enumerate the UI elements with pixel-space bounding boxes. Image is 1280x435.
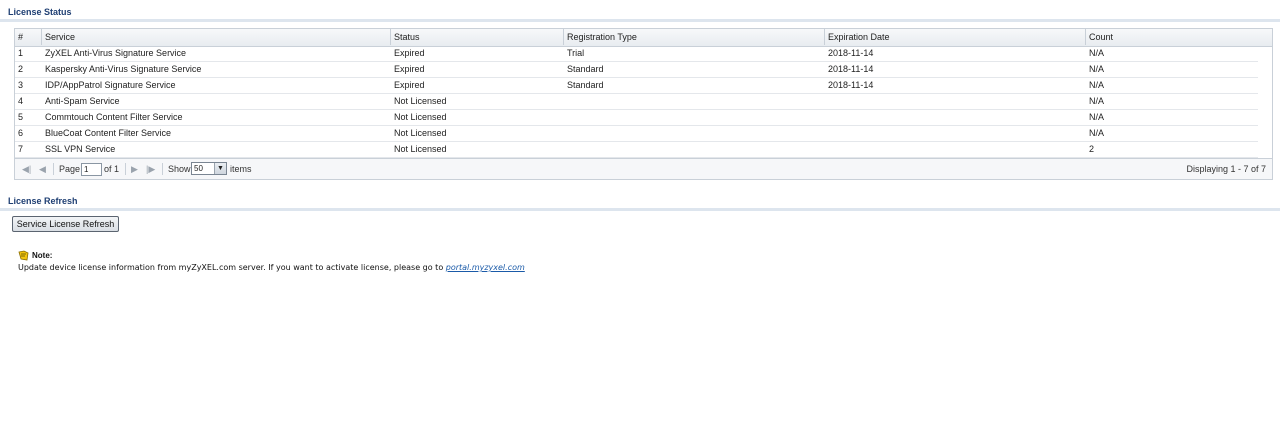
row-service: ZyXEL Anti-Virus Signature Service	[45, 48, 187, 58]
portal-link[interactable]: portal.myzyxel.com	[446, 263, 525, 272]
row-expiration-date	[825, 110, 1086, 125]
first-page-icon[interactable]: ◀|	[22, 159, 31, 179]
license-refresh-title: License Refresh	[8, 196, 78, 206]
column-header-status[interactable]: Status	[391, 29, 564, 45]
section-divider	[0, 19, 1280, 22]
license-grid: # Service Status Registration Type Expir…	[14, 28, 1273, 180]
service-license-refresh-button[interactable]: Service License Refresh	[12, 216, 119, 232]
row-count: N/A	[1089, 128, 1105, 138]
row-count: N/A	[1089, 64, 1105, 74]
row-registration-type	[564, 94, 825, 109]
row-expiration-date: 2018-11-14	[828, 48, 874, 58]
section-divider	[0, 208, 1280, 211]
column-header-count[interactable]: Count	[1086, 29, 1272, 45]
table-row[interactable]: 7 SSL VPN Service Not Licensed 2	[15, 142, 1258, 158]
note-label: Note:	[32, 251, 53, 260]
row-number: 6	[18, 128, 24, 138]
license-status-title: License Status	[8, 7, 72, 17]
row-registration-type: Standard	[567, 64, 604, 74]
row-status: Not Licensed	[394, 112, 447, 122]
displaying-count: Displaying 1 - 7 of 7	[1186, 164, 1266, 174]
column-header-number[interactable]: #	[15, 29, 42, 45]
row-status: Expired	[394, 80, 425, 90]
dropdown-arrow-icon[interactable]: ▼	[214, 163, 226, 174]
table-row[interactable]: 2 Kaspersky Anti-Virus Signature Service…	[15, 62, 1258, 78]
row-number: 4	[18, 96, 24, 106]
items-label: items	[230, 164, 252, 174]
row-count: N/A	[1089, 112, 1105, 122]
toolbar-separator	[125, 163, 126, 175]
row-expiration-date: 2018-11-14	[828, 80, 874, 90]
last-page-icon[interactable]: |▶	[146, 159, 155, 179]
table-row[interactable]: 1 ZyXEL Anti-Virus Signature Service Exp…	[15, 46, 1258, 62]
row-service: SSL VPN Service	[45, 144, 116, 154]
row-registration-type: Standard	[567, 80, 604, 90]
row-count: N/A	[1089, 48, 1105, 58]
page-number-input[interactable]: 1	[81, 163, 102, 176]
table-row[interactable]: 4 Anti-Spam Service Not Licensed N/A	[15, 94, 1258, 110]
column-header-service[interactable]: Service	[42, 29, 391, 45]
row-expiration-date: 2018-11-14	[828, 64, 874, 74]
row-status: Not Licensed	[394, 144, 447, 154]
row-service: Anti-Spam Service	[45, 96, 120, 106]
toolbar-separator	[53, 163, 54, 175]
row-status: Not Licensed	[394, 96, 447, 106]
row-registration-type	[564, 126, 825, 141]
row-expiration-date	[825, 142, 1086, 157]
note-text: Update device license information from m…	[18, 263, 525, 272]
row-expiration-date	[825, 126, 1086, 141]
row-number: 1	[18, 48, 24, 58]
row-registration-type: Trial	[567, 48, 585, 58]
toolbar-separator	[162, 163, 163, 175]
next-page-icon[interactable]: ▶	[131, 159, 138, 179]
column-header-expiration-date[interactable]: Expiration Date	[825, 29, 1086, 45]
prev-page-icon[interactable]: ◀	[39, 159, 46, 179]
row-registration-type	[564, 142, 825, 157]
row-count: N/A	[1089, 80, 1105, 90]
row-number: 3	[18, 80, 24, 90]
row-registration-type	[564, 110, 825, 125]
row-service: Kaspersky Anti-Virus Signature Service	[45, 64, 202, 74]
row-number: 5	[18, 112, 24, 122]
table-row[interactable]: 6 BlueCoat Content Filter Service Not Li…	[15, 126, 1258, 142]
page-size-value: 50	[194, 164, 203, 173]
show-label: Show	[168, 164, 191, 174]
row-number: 2	[18, 64, 24, 74]
page-size-select[interactable]: 50 ▼	[191, 162, 227, 175]
column-header-registration-type[interactable]: Registration Type	[564, 29, 825, 45]
table-row[interactable]: 3 IDP/AppPatrol Signature Service Expire…	[15, 78, 1258, 94]
row-service: IDP/AppPatrol Signature Service	[45, 80, 176, 90]
grid-header: # Service Status Registration Type Expir…	[15, 29, 1272, 47]
row-expiration-date	[825, 94, 1086, 109]
pagination-toolbar: ◀| ◀ Page 1 of 1 ▶ |▶ Show 50 ▼ items Di…	[15, 158, 1272, 179]
row-status: Expired	[394, 64, 425, 74]
note-icon	[18, 250, 29, 261]
page-label: Page	[59, 164, 81, 174]
note-body: Update device license information from m…	[18, 263, 446, 272]
row-status: Not Licensed	[394, 128, 447, 138]
table-row[interactable]: 5 Commtouch Content Filter Service Not L…	[15, 110, 1258, 126]
row-service: Commtouch Content Filter Service	[45, 112, 183, 122]
row-status: Expired	[394, 48, 425, 58]
page-count-label: of 1	[104, 164, 120, 174]
row-count: N/A	[1089, 96, 1105, 106]
grid-body: 1 ZyXEL Anti-Virus Signature Service Exp…	[15, 46, 1258, 159]
row-service: BlueCoat Content Filter Service	[45, 128, 172, 138]
row-count: 2	[1089, 144, 1095, 154]
row-number: 7	[18, 144, 24, 154]
